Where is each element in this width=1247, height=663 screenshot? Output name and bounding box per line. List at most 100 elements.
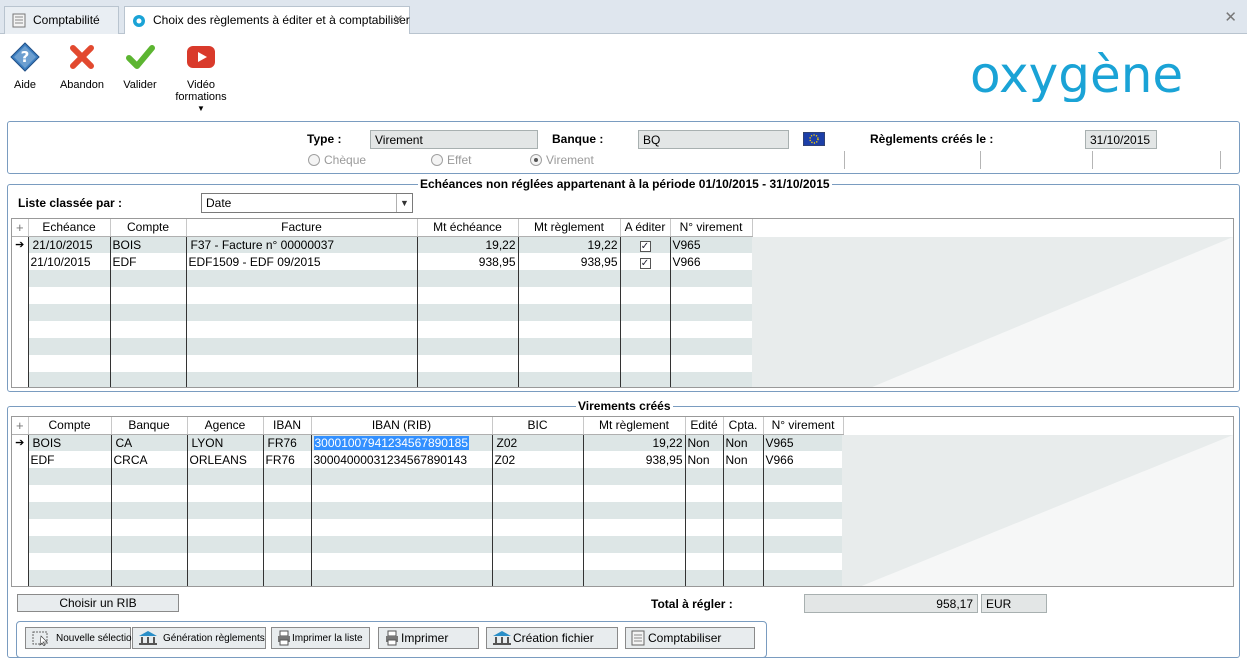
add-row-icon[interactable]: +: [12, 417, 29, 435]
table-row[interactable]: ➔ 21/10/2015 BOIS F37 - Facture n° 00000…: [12, 236, 753, 253]
cell-iban: FR76: [263, 434, 312, 451]
cell-virement: V965: [670, 236, 753, 253]
a-editer-checkbox[interactable]: ✓: [639, 257, 651, 269]
close-icon[interactable]: ✕: [1224, 8, 1237, 26]
printer-icon: [278, 630, 290, 646]
virements-grid: + Compte Banque Agence IBAN IBAN (RIB) B…: [11, 416, 1234, 587]
bank-icon: [139, 631, 157, 645]
grid-watermark: [872, 237, 1233, 387]
cell-agence: LYON: [187, 434, 264, 451]
nouvelle-selection-label: Nouvelle sélection: [56, 633, 138, 644]
printer-icon: [386, 630, 398, 646]
currency-field: EUR: [981, 594, 1047, 613]
virements-panel: Virements créés + Compte Banque Agence I…: [7, 399, 1240, 658]
echeances-legend: Echéances non réglées appartenant à la p…: [418, 177, 832, 191]
imprimer-liste-button[interactable]: Imprimer la liste: [271, 627, 370, 649]
video-formations-button[interactable]: Vidéo formations ▼: [174, 42, 228, 113]
col-mt-reglement[interactable]: Mt règlement: [583, 417, 686, 435]
cell-mt-reglement: 938,95: [518, 253, 621, 270]
empty-row: [12, 553, 844, 570]
col-mt-echeance[interactable]: Mt échéance: [417, 219, 519, 237]
creation-fichier-button[interactable]: Création fichier: [486, 627, 618, 649]
valider-label: Valider: [123, 79, 157, 91]
video-label-1: Vidéo: [187, 79, 215, 91]
cell-facture: F37 - Facture n° 00000037: [186, 236, 418, 253]
cell-cpta: Non: [723, 434, 764, 451]
col-n-virement[interactable]: N° virement: [763, 417, 844, 435]
tab-comptabilite[interactable]: Comptabilité: [4, 6, 119, 34]
empty-row: [12, 372, 753, 387]
col-facture[interactable]: Facture: [186, 219, 418, 237]
imprimer-button[interactable]: Imprimer: [378, 627, 479, 649]
echeances-panel: Echéances non réglées appartenant à la p…: [7, 177, 1240, 392]
table-row[interactable]: 21/10/2015 EDF EDF1509 - EDF 09/2015 938…: [12, 253, 753, 270]
echeances-table: + Echéance Compte Facture Mt échéance Mt…: [12, 219, 753, 387]
radio-effet[interactable]: Effet: [431, 153, 471, 167]
aide-button[interactable]: ? Aide: [6, 42, 44, 91]
col-a-editer[interactable]: A éditer: [620, 219, 671, 237]
empty-row: [12, 355, 753, 372]
virements-legend: Virements créés: [576, 399, 673, 413]
row-pointer-icon: ➔: [12, 434, 29, 451]
virements-table: + Compte Banque Agence IBAN IBAN (RIB) B…: [12, 417, 844, 586]
col-iban[interactable]: IBAN: [263, 417, 312, 435]
col-bic[interactable]: BIC: [492, 417, 584, 435]
close-tab-icon[interactable]: ×: [394, 11, 403, 29]
cell-banque: CRCA: [111, 451, 188, 468]
empty-row: [12, 270, 753, 287]
table-row[interactable]: EDF CRCA ORLEANS FR76 300040000312345678…: [12, 451, 844, 468]
row-pointer-icon: ➔: [12, 236, 29, 253]
abandon-label: Abandon: [59, 79, 105, 91]
type-field: Virement: [370, 130, 538, 149]
a-editer-checkbox[interactable]: ✓: [639, 240, 651, 252]
col-edite[interactable]: Edité: [685, 417, 724, 435]
cell-virement: V965: [763, 434, 844, 451]
nouvelle-selection-button[interactable]: Nouvelle sélection: [25, 627, 137, 649]
col-compte[interactable]: Compte: [28, 417, 112, 435]
imprimer-label: Imprimer: [401, 631, 449, 645]
cell-virement: V966: [763, 451, 844, 468]
grid-empty-area: [842, 435, 1233, 586]
chevron-down-icon[interactable]: ▼: [396, 194, 412, 212]
col-agence[interactable]: Agence: [187, 417, 264, 435]
banque-label: Banque :: [552, 132, 604, 146]
table-row[interactable]: ➔ BOIS CA LYON FR76 30001007941234567890…: [12, 434, 844, 451]
cell-agence: ORLEANS: [187, 451, 264, 468]
sort-select[interactable]: Date ▼: [201, 193, 413, 213]
choisir-rib-button[interactable]: Choisir un RIB: [17, 594, 179, 612]
col-compte[interactable]: Compte: [110, 219, 187, 237]
cell-iban-rib: 30004000031234567890143: [311, 451, 493, 468]
cell-mt: 938,95: [583, 451, 686, 468]
col-banque[interactable]: Banque: [111, 417, 188, 435]
cell-iban-rib-selected[interactable]: 30001007941234567890185: [313, 435, 469, 450]
bank-file-icon: [493, 631, 511, 645]
banque-field: BQ: [638, 130, 789, 149]
generation-reglements-label: Génération règlements: [163, 633, 265, 644]
tab-choix-reglements[interactable]: Choix des règlements à éditer et à compt…: [124, 6, 410, 35]
comptabiliser-button[interactable]: Comptabiliser: [625, 627, 755, 649]
ledger-icon: [631, 630, 645, 646]
empty-row: [12, 287, 753, 304]
empty-row: [12, 502, 844, 519]
col-iban-rib[interactable]: IBAN (RIB): [311, 417, 493, 435]
cell-compte: BOIS: [110, 236, 187, 253]
cell-virement: V966: [670, 253, 753, 270]
col-cpta[interactable]: Cpta.: [723, 417, 764, 435]
empty-row: [12, 304, 753, 321]
col-echeance[interactable]: Echéance: [28, 219, 111, 237]
radio-cheque[interactable]: Chèque: [308, 153, 366, 167]
header-panel: Type : Virement Banque : BQ Règlements c…: [7, 121, 1240, 174]
valider-button[interactable]: Valider: [120, 42, 160, 91]
dropdown-arrow-icon[interactable]: ▼: [174, 104, 228, 113]
oxygene-icon: [133, 15, 145, 27]
cell-mt-echeance: 938,95: [417, 253, 519, 270]
cell-compte: EDF: [110, 253, 187, 270]
generation-reglements-button[interactable]: Génération règlements: [132, 627, 266, 649]
col-mt-reglement[interactable]: Mt règlement: [518, 219, 621, 237]
col-n-virement[interactable]: N° virement: [670, 219, 753, 237]
add-row-icon[interactable]: +: [12, 219, 29, 237]
radio-virement[interactable]: Virement: [530, 153, 594, 167]
abandon-button[interactable]: Abandon: [58, 42, 106, 91]
empty-row: [12, 485, 844, 502]
checkmark-icon: [126, 45, 155, 69]
